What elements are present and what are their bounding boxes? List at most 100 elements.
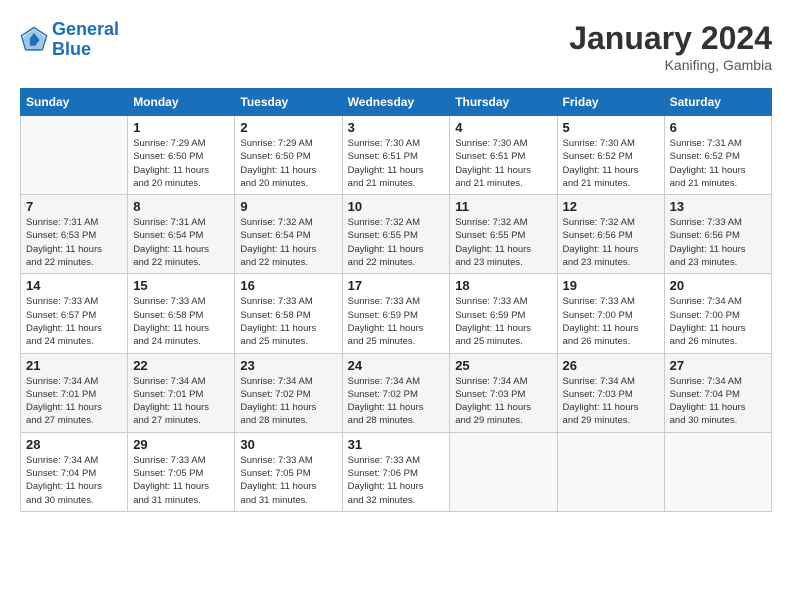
calendar-cell: 21 Sunrise: 7:34 AM Sunset: 7:01 PM Dayli… xyxy=(21,353,128,432)
cell-info: Sunrise: 7:33 AM Sunset: 6:58 PM Dayligh… xyxy=(133,295,229,348)
calendar-cell: 4Sunrise: 7:30 AM Sunset: 6:51 PM Daylig… xyxy=(450,116,557,195)
cell-info: Sunrise: 7:34 AM Sunset: 7:02 PM Dayligh… xyxy=(240,375,336,428)
day-of-week-header: Sunday xyxy=(21,89,128,116)
day-number: 8 xyxy=(133,199,229,214)
calendar-cell: 25 Sunrise: 7:34 AM Sunset: 7:03 PM Dayli… xyxy=(450,353,557,432)
calendar-cell: 8 Sunrise: 7:31 AM Sunset: 6:54 PM Daylig… xyxy=(128,195,235,274)
day-number: 11 xyxy=(455,199,551,214)
day-of-week-header: Tuesday xyxy=(235,89,342,116)
day-number: 29 xyxy=(133,437,229,452)
calendar-cell: 3 Sunrise: 7:30 AM Sunset: 6:51 PM Daylig… xyxy=(342,116,450,195)
cell-info: Sunrise: 7:29 AM Sunset: 6:50 PM Dayligh… xyxy=(240,137,336,190)
calendar-cell xyxy=(557,432,664,511)
day-number: 2 xyxy=(240,120,336,135)
day-number: 16 xyxy=(240,278,336,293)
day-number: 24 xyxy=(348,358,445,373)
calendar-cell: 14 Sunrise: 7:33 AM Sunset: 6:57 PM Dayli… xyxy=(21,274,128,353)
day-number: 18 xyxy=(455,278,551,293)
cell-info: Sunrise: 7:33 AM Sunset: 6:57 PM Dayligh… xyxy=(26,295,122,348)
day-number: 22 xyxy=(133,358,229,373)
calendar-cell: 22 Sunrise: 7:34 AM Sunset: 7:01 PM Dayli… xyxy=(128,353,235,432)
calendar-cell: 7Sunrise: 7:31 AM Sunset: 6:53 PM Daylig… xyxy=(21,195,128,274)
location: Kanifing, Gambia xyxy=(569,57,772,73)
cell-info: Sunrise: 7:32 AM Sunset: 6:56 PM Dayligh… xyxy=(563,216,659,269)
cell-info: Sunrise: 7:34 AM Sunset: 7:04 PM Dayligh… xyxy=(26,454,122,507)
day-number: 12 xyxy=(563,199,659,214)
day-of-week-header: Saturday xyxy=(664,89,771,116)
day-number: 25 xyxy=(455,358,551,373)
calendar-cell: 10 Sunrise: 7:32 AM Sunset: 6:55 PM Dayli… xyxy=(342,195,450,274)
day-number: 26 xyxy=(563,358,659,373)
day-number: 19 xyxy=(563,278,659,293)
month-year: January 2024 xyxy=(569,20,772,57)
cell-info: Sunrise: 7:33 AM Sunset: 6:58 PM Dayligh… xyxy=(240,295,336,348)
cell-info: Sunrise: 7:33 AM Sunset: 6:59 PM Dayligh… xyxy=(455,295,551,348)
day-number: 15 xyxy=(133,278,229,293)
logo: General Blue xyxy=(20,20,119,60)
cell-info: Sunrise: 7:34 AM Sunset: 7:01 PM Dayligh… xyxy=(133,375,229,428)
cell-info: Sunrise: 7:33 AM Sunset: 7:05 PM Dayligh… xyxy=(240,454,336,507)
day-number: 13 xyxy=(670,199,766,214)
calendar-cell: 27Sunrise: 7:34 AM Sunset: 7:04 PM Dayli… xyxy=(664,353,771,432)
day-number: 3 xyxy=(348,120,445,135)
day-number: 14 xyxy=(26,278,122,293)
calendar-cell: 6Sunrise: 7:31 AM Sunset: 6:52 PM Daylig… xyxy=(664,116,771,195)
cell-info: Sunrise: 7:34 AM Sunset: 7:02 PM Dayligh… xyxy=(348,375,445,428)
cell-info: Sunrise: 7:32 AM Sunset: 6:55 PM Dayligh… xyxy=(455,216,551,269)
calendar-cell xyxy=(450,432,557,511)
calendar-cell xyxy=(664,432,771,511)
calendar-table: SundayMondayTuesdayWednesdayThursdayFrid… xyxy=(20,88,772,512)
cell-info: Sunrise: 7:32 AM Sunset: 6:55 PM Dayligh… xyxy=(348,216,445,269)
day-number: 30 xyxy=(240,437,336,452)
cell-info: Sunrise: 7:33 AM Sunset: 7:00 PM Dayligh… xyxy=(563,295,659,348)
calendar-cell: 23Sunrise: 7:34 AM Sunset: 7:02 PM Dayli… xyxy=(235,353,342,432)
cell-info: Sunrise: 7:31 AM Sunset: 6:52 PM Dayligh… xyxy=(670,137,766,190)
cell-info: Sunrise: 7:34 AM Sunset: 7:00 PM Dayligh… xyxy=(670,295,766,348)
day-number: 7 xyxy=(26,199,122,214)
cell-info: Sunrise: 7:29 AM Sunset: 6:50 PM Dayligh… xyxy=(133,137,229,190)
calendar-cell: 30 Sunrise: 7:33 AM Sunset: 7:05 PM Dayli… xyxy=(235,432,342,511)
cell-info: Sunrise: 7:30 AM Sunset: 6:52 PM Dayligh… xyxy=(563,137,659,190)
day-of-week-header: Monday xyxy=(128,89,235,116)
day-number: 20 xyxy=(670,278,766,293)
cell-info: Sunrise: 7:34 AM Sunset: 7:03 PM Dayligh… xyxy=(455,375,551,428)
calendar-header-row: SundayMondayTuesdayWednesdayThursdayFrid… xyxy=(21,89,772,116)
cell-info: Sunrise: 7:31 AM Sunset: 6:54 PM Dayligh… xyxy=(133,216,229,269)
calendar-cell: 1Sunrise: 7:29 AM Sunset: 6:50 PM Daylig… xyxy=(128,116,235,195)
day-of-week-header: Thursday xyxy=(450,89,557,116)
calendar-cell: 5 Sunrise: 7:30 AM Sunset: 6:52 PM Daylig… xyxy=(557,116,664,195)
day-number: 28 xyxy=(26,437,122,452)
day-of-week-header: Wednesday xyxy=(342,89,450,116)
cell-info: Sunrise: 7:34 AM Sunset: 7:04 PM Dayligh… xyxy=(670,375,766,428)
calendar-cell: 11 Sunrise: 7:32 AM Sunset: 6:55 PM Dayli… xyxy=(450,195,557,274)
calendar-cell: 29 Sunrise: 7:33 AM Sunset: 7:05 PM Dayli… xyxy=(128,432,235,511)
calendar-cell: 13 Sunrise: 7:33 AM Sunset: 6:56 PM Dayli… xyxy=(664,195,771,274)
calendar-week-row: 21 Sunrise: 7:34 AM Sunset: 7:01 PM Dayli… xyxy=(21,353,772,432)
calendar-week-row: 7Sunrise: 7:31 AM Sunset: 6:53 PM Daylig… xyxy=(21,195,772,274)
calendar-cell: 31 Sunrise: 7:33 AM Sunset: 7:06 PM Dayli… xyxy=(342,432,450,511)
calendar-week-row: 14 Sunrise: 7:33 AM Sunset: 6:57 PM Dayli… xyxy=(21,274,772,353)
cell-info: Sunrise: 7:30 AM Sunset: 6:51 PM Dayligh… xyxy=(348,137,445,190)
calendar-cell: 17Sunrise: 7:33 AM Sunset: 6:59 PM Dayli… xyxy=(342,274,450,353)
calendar-cell: 9Sunrise: 7:32 AM Sunset: 6:54 PM Daylig… xyxy=(235,195,342,274)
calendar-week-row: 1Sunrise: 7:29 AM Sunset: 6:50 PM Daylig… xyxy=(21,116,772,195)
calendar-cell: 19 Sunrise: 7:33 AM Sunset: 7:00 PM Dayli… xyxy=(557,274,664,353)
calendar-cell xyxy=(21,116,128,195)
title-block: January 2024 Kanifing, Gambia xyxy=(569,20,772,73)
cell-info: Sunrise: 7:33 AM Sunset: 7:06 PM Dayligh… xyxy=(348,454,445,507)
calendar-cell: 12 Sunrise: 7:32 AM Sunset: 6:56 PM Dayli… xyxy=(557,195,664,274)
calendar-cell: 26Sunrise: 7:34 AM Sunset: 7:03 PM Dayli… xyxy=(557,353,664,432)
calendar-cell: 20 Sunrise: 7:34 AM Sunset: 7:00 PM Dayli… xyxy=(664,274,771,353)
day-number: 31 xyxy=(348,437,445,452)
cell-info: Sunrise: 7:33 AM Sunset: 6:56 PM Dayligh… xyxy=(670,216,766,269)
calendar-week-row: 28 Sunrise: 7:34 AM Sunset: 7:04 PM Dayli… xyxy=(21,432,772,511)
day-number: 5 xyxy=(563,120,659,135)
logo-icon xyxy=(20,26,48,54)
day-number: 10 xyxy=(348,199,445,214)
cell-info: Sunrise: 7:34 AM Sunset: 7:01 PM Dayligh… xyxy=(26,375,122,428)
calendar-cell: 18 Sunrise: 7:33 AM Sunset: 6:59 PM Dayli… xyxy=(450,274,557,353)
day-number: 21 xyxy=(26,358,122,373)
day-number: 4 xyxy=(455,120,551,135)
cell-info: Sunrise: 7:33 AM Sunset: 7:05 PM Dayligh… xyxy=(133,454,229,507)
day-number: 17 xyxy=(348,278,445,293)
